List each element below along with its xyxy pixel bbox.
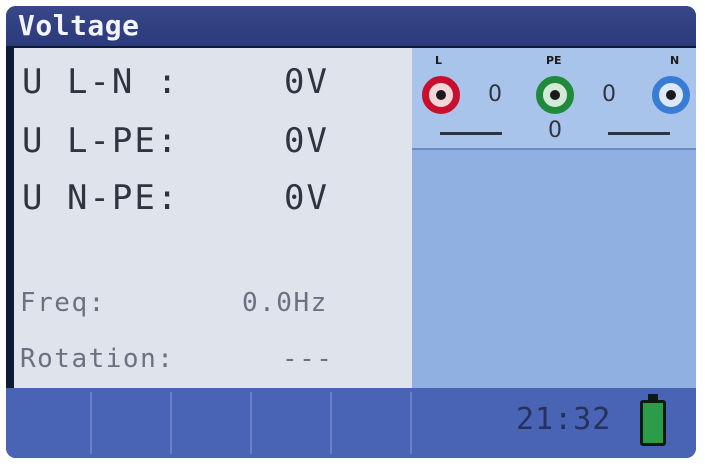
terminal-pe-label: PE [546,54,562,67]
terminal-n-icon [652,76,690,114]
measurement-value: 0V [284,121,329,161]
measurement-value: 0V [284,178,329,218]
rotation-value: --- [282,344,334,374]
clock-time: 21:32 [516,402,612,437]
terminal-divider-line [608,132,670,135]
terminal-status-strip: L 0 PE 0 0 N [412,48,696,150]
instrument-screen: Voltage U L-N : 0V U L-PE: 0V U N-PE: 0V… [6,6,696,458]
measurement-label: U L-PE: [22,121,180,161]
function-key-bar: 21:32 [6,388,696,458]
terminal-l-n-value: 0 [548,118,562,143]
measurement-label: U N-PE: [22,178,180,218]
function-key-4[interactable] [252,392,332,454]
measurement-panel: U L-N : 0V U L-PE: 0V U N-PE: 0V Freq: 0… [14,48,412,388]
terminal-pe-n-value: 0 [602,82,616,107]
terminal-panel: L 0 PE 0 0 N [412,48,696,388]
rotation-label: Rotation: [20,344,175,374]
function-key-3[interactable] [172,392,252,454]
title-bar: Voltage [6,6,696,46]
page-title: Voltage [18,9,140,42]
measurement-label: U L-N : [22,62,180,102]
function-key-1[interactable] [6,392,92,454]
measurement-value: 0V [284,62,329,102]
frequency-label: Freq: [20,288,106,318]
terminal-l-pe-value: 0 [488,82,502,107]
function-key-2[interactable] [92,392,172,454]
terminal-divider-line [440,132,502,135]
terminal-l-label: L [435,54,443,67]
battery-icon [640,400,666,446]
frequency-value: 0.0Hz [242,288,328,318]
function-key-5[interactable] [332,392,412,454]
terminal-n-label: N [670,54,680,67]
terminal-l-icon [422,76,460,114]
terminal-pe-icon [536,76,574,114]
